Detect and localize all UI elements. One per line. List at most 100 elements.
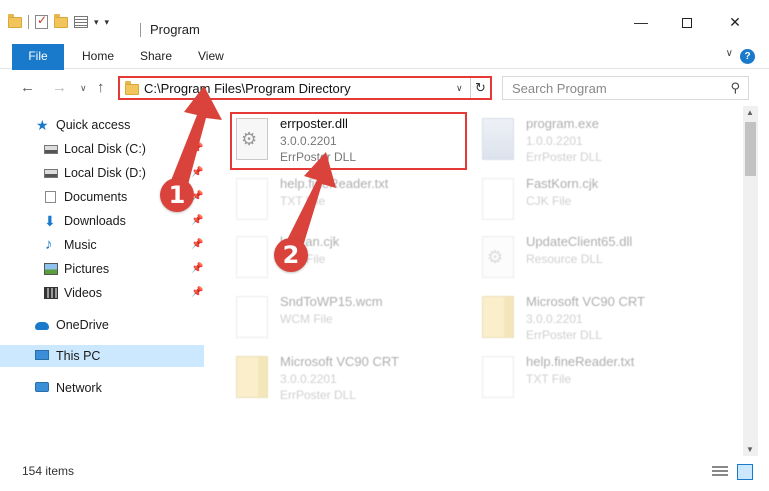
toolbar-dropdown-icon[interactable]: ▾ <box>105 17 110 28</box>
sidebar-item-onedrive[interactable]: OneDrive <box>0 314 204 336</box>
scroll-up-arrow-icon[interactable]: ▲ <box>746 108 754 117</box>
recent-locations-chevron-icon[interactable]: ∨ <box>80 83 87 94</box>
sidebar-item-label: Documents <box>64 190 128 204</box>
help-icon[interactable]: ? <box>740 49 755 64</box>
new-folder-icon[interactable] <box>54 13 68 28</box>
pin-icon[interactable]: 📌 <box>191 210 203 232</box>
status-bar: 154 items <box>0 456 769 491</box>
file-version: 3.0.0.2201 <box>526 312 583 326</box>
pin-icon[interactable]: 📌 <box>191 234 203 256</box>
folder-icon[interactable] <box>8 13 22 28</box>
back-arrow-icon[interactable]: ← <box>20 79 35 96</box>
sidebar-item-pictures[interactable]: Pictures 📌 <box>0 258 204 280</box>
up-arrow-icon[interactable]: ↑ <box>97 79 105 96</box>
sidebar-item-label: This PC <box>56 349 101 363</box>
file-type: CJK File <box>526 194 572 208</box>
search-input[interactable]: Search Program ⚲ <box>502 76 749 100</box>
sidebar-item-label: OneDrive <box>56 318 109 332</box>
file-name: help.fineReader.txt <box>526 354 635 369</box>
network-icon <box>35 382 49 392</box>
file-name: Microsoft VC90 CRT <box>526 294 645 309</box>
quick-access-toolbar: ▾ ▾ <box>8 12 109 32</box>
sidebar-item-local-disk-c[interactable]: Local Disk (C:) 📌 <box>0 138 204 160</box>
vertical-scrollbar[interactable]: ▲ ▼ <box>743 106 758 456</box>
file-name: FastKorn.cjk <box>526 176 599 191</box>
pictures-icon <box>44 263 58 275</box>
wcm-file-icon <box>236 296 268 338</box>
scroll-thumb[interactable] <box>745 122 756 176</box>
disk-icon <box>44 145 58 154</box>
file-item-help-txt-2[interactable]: help.fineReader.txt TXT File <box>476 350 716 406</box>
large-icons-view-icon[interactable] <box>737 464 753 480</box>
search-icon[interactable]: ⚲ <box>730 80 740 96</box>
file-item-korean-cjk[interactable]: korean.cjk CJK File <box>230 230 470 286</box>
sidebar-item-videos[interactable]: Videos 📌 <box>0 282 204 304</box>
address-path[interactable]: C:\Program Files\Program Directory <box>144 81 351 96</box>
videos-icon <box>44 287 58 299</box>
file-item-updateclient-dll[interactable]: UpdateClient65.dll Resource DLL <box>476 230 716 286</box>
maximize-icon <box>682 18 692 29</box>
file-name: UpdateClient65.dll <box>526 234 633 249</box>
sidebar-item-label: Videos <box>64 286 102 300</box>
address-dropdown-chevron-icon[interactable]: ∨ <box>456 83 463 94</box>
tab-view[interactable]: View <box>188 44 234 69</box>
folder-file-icon <box>482 296 514 338</box>
sidebar-item-label: Local Disk (D:) <box>64 166 146 180</box>
file-type: TXT File <box>526 372 572 386</box>
address-bar[interactable]: C:\Program Files\Program Directory ∨ ↻ <box>118 76 492 100</box>
pin-icon[interactable]: 📌 <box>191 138 203 160</box>
this-pc-icon <box>35 350 49 360</box>
file-description: ErrPoster DLL <box>280 388 357 402</box>
tab-share[interactable]: Share <box>130 44 182 69</box>
customize-toolbar-chevron-icon[interactable]: ▾ <box>94 17 99 28</box>
pin-icon[interactable]: 📌 <box>191 282 203 304</box>
title-divider <box>140 23 141 37</box>
file-item-vc90-crt[interactable]: Microsoft VC90 CRT 3.0.0.2201 ErrPoster … <box>476 290 716 346</box>
pin-icon[interactable]: 📌 <box>191 162 203 184</box>
file-type: Resource DLL <box>526 252 603 266</box>
close-button[interactable]: ✕ <box>712 10 758 34</box>
sidebar-item-music[interactable]: ♪ Music 📌 <box>0 234 204 256</box>
file-name: SndToWP15.wcm <box>280 294 383 309</box>
scroll-down-arrow-icon[interactable]: ▼ <box>746 445 754 454</box>
sidebar-item-downloads[interactable]: ⬇ Downloads 📌 <box>0 210 204 232</box>
refresh-icon[interactable]: ↻ <box>470 78 490 98</box>
file-item-fastkorn-cjk[interactable]: FastKorn.cjk CJK File <box>476 172 716 228</box>
file-item-help-txt[interactable]: help.fineReader.txt TXT File <box>230 172 470 228</box>
minimize-button[interactable]: — <box>618 10 664 34</box>
properties-check-icon[interactable] <box>35 13 48 29</box>
downloads-icon: ⬇ <box>44 213 56 229</box>
sidebar-item-label: Pictures <box>64 262 110 276</box>
file-version: 1.0.0.2201 <box>526 134 583 148</box>
toolbar-divider <box>28 15 29 29</box>
disk-icon <box>44 169 58 178</box>
txt-file-icon <box>236 178 268 220</box>
annotation-marker-2: 2 <box>274 238 308 272</box>
sidebar-item-label: Quick access <box>56 118 131 132</box>
onedrive-icon <box>35 322 49 330</box>
file-item-program-exe[interactable]: program.exe 1.0.0.2201 ErrPoster DLL <box>476 112 716 168</box>
properties-icon[interactable] <box>74 16 88 28</box>
sidebar-item-label: Local Disk (C:) <box>64 142 146 156</box>
navigation-bar: ← → ∨ ↑ C:\Program Files\Program Directo… <box>0 70 769 106</box>
pin-icon[interactable]: 📌 <box>191 258 203 280</box>
expand-ribbon-chevron-icon[interactable]: ∨ <box>726 48 733 59</box>
ribbon: File Home Share View ∨ ? <box>0 44 769 100</box>
annotation-marker-1: 1 <box>160 178 194 212</box>
documents-icon <box>45 191 56 203</box>
cjk-file-icon <box>482 178 514 220</box>
tab-home[interactable]: Home <box>72 44 124 69</box>
file-item-sndtowp-wcm[interactable]: SndToWP15.wcm WCM File <box>230 290 470 346</box>
folder-icon <box>125 81 139 95</box>
sidebar-item-network[interactable]: Network <box>0 377 204 399</box>
search-placeholder: Search Program <box>512 81 607 96</box>
cjk-file-icon <box>236 236 268 278</box>
sidebar-item-quick-access[interactable]: ★ Quick access <box>0 114 204 136</box>
maximize-button[interactable] <box>664 10 710 34</box>
forward-arrow-icon[interactable]: → <box>52 79 67 96</box>
file-description: ErrPoster DLL <box>526 328 603 342</box>
file-item-vc90-crt-2[interactable]: Microsoft VC90 CRT 3.0.0.2201 ErrPoster … <box>230 350 470 406</box>
details-view-icon[interactable] <box>712 466 728 478</box>
sidebar-item-this-pc[interactable]: This PC <box>0 345 204 367</box>
txt-file-icon <box>482 356 514 398</box>
